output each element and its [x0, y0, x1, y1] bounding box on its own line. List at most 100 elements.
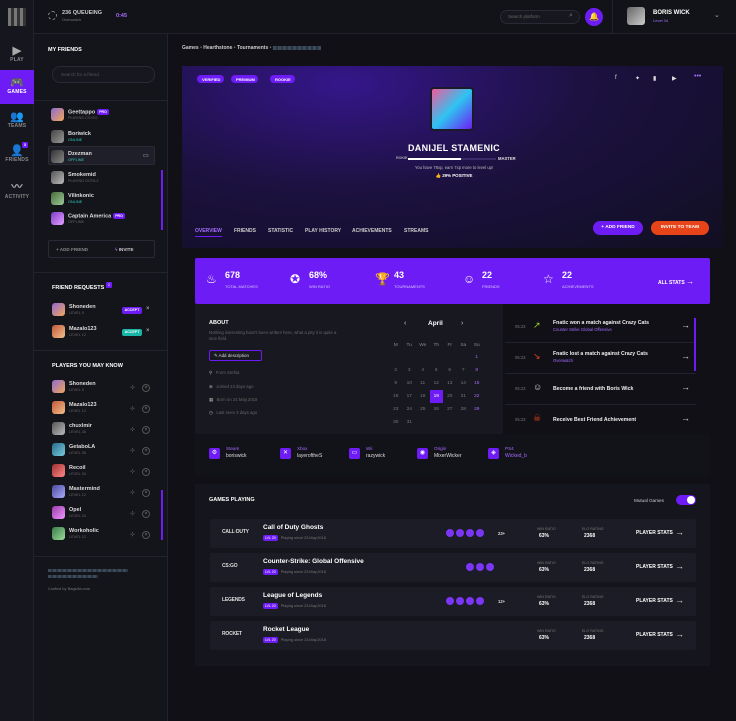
calendar-day[interactable]: 30: [389, 416, 403, 429]
nav-friends[interactable]: 👤 FRIENDS 3: [0, 138, 34, 172]
calendar-day[interactable]: 19: [429, 390, 443, 403]
nav-activity[interactable]: 〰 ACTIVITY: [0, 172, 34, 206]
calendar-day[interactable]: 22: [470, 390, 484, 403]
breadcrumb-item[interactable]: Tournaments: [237, 45, 268, 51]
close-icon[interactable]: ×: [142, 531, 150, 539]
logo[interactable]: [8, 8, 26, 26]
add-user-icon[interactable]: ⊹: [130, 468, 135, 475]
tab-play-history[interactable]: PLAY HISTORY: [305, 228, 341, 234]
calendar-day[interactable]: 11: [416, 377, 430, 390]
nav-play[interactable]: ▶ PLAY: [0, 38, 34, 72]
tab-overview[interactable]: OVERVIEW: [195, 228, 222, 234]
avatar[interactable]: [627, 7, 645, 25]
invite-team-button[interactable]: INVITE TO TEAM: [651, 221, 709, 235]
calendar-day[interactable]: 24: [403, 403, 417, 416]
calendar-day[interactable]: 26: [430, 403, 444, 416]
search-icon[interactable]: ⌕: [569, 12, 573, 20]
chevron-left-icon[interactable]: ‹: [404, 320, 406, 327]
nav-teams[interactable]: 👥 TEAMS: [0, 104, 34, 138]
youtube-icon[interactable]: ▶: [672, 75, 677, 82]
calendar-day[interactable]: 14: [457, 377, 471, 390]
tab-friends[interactable]: FRIENDS: [234, 228, 256, 234]
arrow-right-icon[interactable]: →: [681, 382, 690, 392]
calendar-day[interactable]: 29: [470, 403, 484, 416]
breadcrumb-item[interactable]: Games: [182, 45, 199, 51]
calendar-day[interactable]: 25: [416, 403, 430, 416]
friend-search[interactable]: Search for a friend: [52, 66, 155, 83]
calendar-day[interactable]: 16: [389, 390, 403, 403]
game-title[interactable]: Counter-Strike: Global Offensive: [263, 558, 364, 565]
game-title[interactable]: Call of Duty Ghosts: [263, 524, 323, 531]
arrow-right-icon[interactable]: →: [675, 527, 684, 537]
activity-item[interactable]: 05:23 ↘ Fnatic lost a match against Crazy …: [505, 343, 696, 374]
facebook-icon[interactable]: f: [615, 75, 617, 81]
calendar-day[interactable]: 9: [389, 377, 403, 390]
calendar-day[interactable]: 20: [443, 390, 457, 403]
search-box[interactable]: Search platform ⌕: [500, 10, 580, 24]
activity-item[interactable]: 05:23 ☠ Receive Best Friend Achievement →: [505, 405, 696, 436]
twitter-icon[interactable]: ✦: [635, 75, 640, 82]
arrow-right-icon[interactable]: →: [681, 351, 690, 361]
tab-streams[interactable]: STREAMS: [404, 228, 428, 234]
calendar-day[interactable]: 15: [470, 377, 484, 390]
close-icon[interactable]: ×: [142, 510, 150, 518]
add-user-icon[interactable]: ⊹: [130, 384, 135, 391]
close-icon[interactable]: ×: [142, 468, 150, 476]
arrow-right-icon[interactable]: →: [675, 629, 684, 639]
add-user-icon[interactable]: ⊹: [130, 447, 135, 454]
search-input[interactable]: Search platform: [508, 14, 540, 19]
chevron-down-icon[interactable]: ⌄: [714, 11, 720, 19]
mutual-toggle[interactable]: [676, 495, 696, 505]
chevron-right-icon[interactable]: ›: [461, 320, 463, 327]
calendar-day[interactable]: 7: [457, 364, 471, 377]
scrollbar[interactable]: [161, 490, 163, 540]
add-user-icon[interactable]: ⊹: [130, 510, 135, 517]
add-friend-button[interactable]: + ADD FRIEND: [593, 221, 643, 235]
bell-icon[interactable]: 🔔: [585, 8, 603, 26]
calendar-day[interactable]: 4: [416, 364, 430, 377]
calendar-day[interactable]: 28: [457, 403, 471, 416]
arrow-right-icon[interactable]: →: [681, 413, 690, 423]
nav-games[interactable]: 🎮 GAMES: [0, 70, 34, 104]
arrow-right-icon[interactable]: →: [675, 595, 684, 605]
user-name[interactable]: BORIS WICK: [653, 10, 690, 16]
calendar-day[interactable]: 10: [403, 377, 417, 390]
arrow-right-icon[interactable]: →: [681, 320, 690, 330]
close-icon[interactable]: ×: [142, 447, 150, 455]
calendar-day[interactable]: 5: [430, 364, 444, 377]
accept-button[interactable]: ACCEPT: [122, 329, 142, 336]
add-friend-link[interactable]: + ADD FRIEND: [56, 247, 88, 252]
add-user-icon[interactable]: ⊹: [130, 426, 135, 433]
more-icon[interactable]: •••: [694, 73, 701, 80]
player-stats-button[interactable]: PLAYER STATS: [636, 564, 673, 570]
close-icon[interactable]: ×: [142, 426, 150, 434]
player-stats-button[interactable]: PLAYER STATS: [636, 530, 673, 536]
scrollbar[interactable]: [161, 170, 163, 230]
activity-item[interactable]: 05:23 ☺ Become a friend with Boris Wick →: [505, 374, 696, 405]
close-icon[interactable]: ×: [142, 405, 150, 413]
calendar-day[interactable]: 2: [389, 364, 403, 377]
calendar-day[interactable]: 1: [470, 351, 484, 364]
profile-avatar[interactable]: [430, 87, 474, 131]
close-icon[interactable]: ×: [142, 489, 150, 497]
friend-search-input[interactable]: Search for a friend: [61, 72, 99, 77]
tab-statistic[interactable]: STATISTIC: [268, 228, 293, 234]
player-stats-button[interactable]: PLAYER STATS: [636, 598, 673, 604]
breadcrumb-item[interactable]: Hearthstone: [203, 45, 232, 51]
calendar-day[interactable]: 27: [443, 403, 457, 416]
arrow-right-icon[interactable]: →: [675, 561, 684, 571]
calendar-day[interactable]: 31: [403, 416, 417, 429]
calendar-day[interactable]: 13: [443, 377, 457, 390]
calendar-day[interactable]: 12: [430, 377, 444, 390]
tab-achievements[interactable]: ACHIEVEMENTS: [352, 228, 392, 234]
calendar-day[interactable]: 21: [457, 390, 471, 403]
all-stats-link[interactable]: ALL STATS →: [658, 277, 694, 286]
calendar-day[interactable]: 6: [443, 364, 457, 377]
calendar-day[interactable]: 23: [389, 403, 403, 416]
chat-icon[interactable]: ▭: [143, 152, 149, 159]
invite-link[interactable]: ϟ INVITE: [115, 247, 134, 252]
calendar-day[interactable]: 3: [403, 364, 417, 377]
activity-item[interactable]: 05:23 ↗ Fnatic won a match against Crazy C…: [505, 312, 696, 343]
add-user-icon[interactable]: ⊹: [130, 531, 135, 538]
calendar-day[interactable]: 18: [416, 390, 430, 403]
